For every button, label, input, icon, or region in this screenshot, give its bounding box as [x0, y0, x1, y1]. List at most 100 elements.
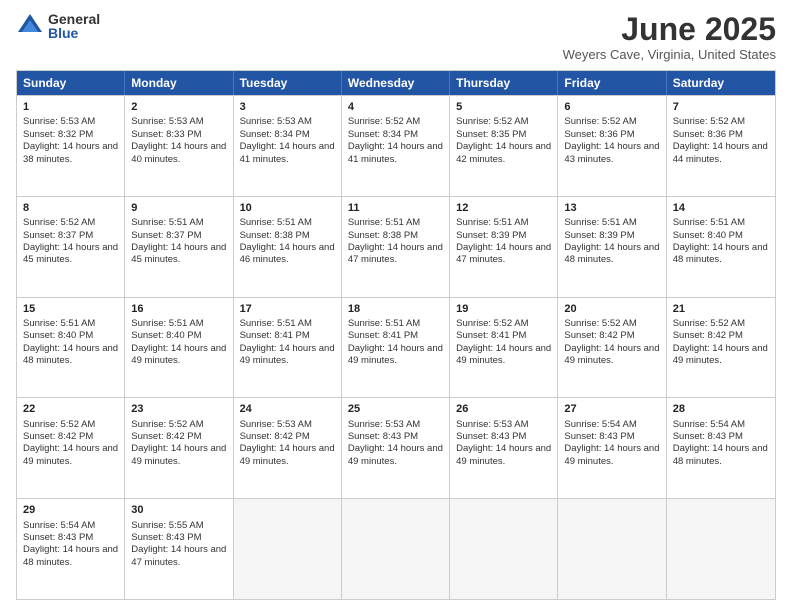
header-monday: Monday	[125, 71, 233, 95]
day-number: 16	[131, 302, 226, 316]
cal-cell-4-5: 26Sunrise: 5:53 AMSunset: 8:43 PMDayligh…	[450, 398, 558, 498]
cal-cell-4-6: 27Sunrise: 5:54 AMSunset: 8:43 PMDayligh…	[558, 398, 666, 498]
sunset: Sunset: 8:43 PM	[456, 431, 526, 442]
day-number: 13	[564, 201, 659, 215]
day-number: 21	[673, 302, 769, 316]
day-number: 1	[23, 100, 118, 114]
header-tuesday: Tuesday	[234, 71, 342, 95]
sunrise: Sunrise: 5:51 AM	[673, 217, 745, 228]
day-number: 10	[240, 201, 335, 215]
sunset: Sunset: 8:40 PM	[23, 330, 93, 341]
daylight: Daylight: 14 hours and 49 minutes.	[240, 443, 335, 466]
daylight: Daylight: 14 hours and 48 minutes.	[23, 544, 118, 567]
cal-cell-4-2: 23Sunrise: 5:52 AMSunset: 8:42 PMDayligh…	[125, 398, 233, 498]
cal-cell-5-5	[450, 499, 558, 599]
sunrise: Sunrise: 5:53 AM	[348, 419, 420, 430]
cal-cell-5-3	[234, 499, 342, 599]
daylight: Daylight: 14 hours and 49 minutes.	[23, 443, 118, 466]
daylight: Daylight: 14 hours and 48 minutes.	[564, 242, 659, 265]
day-number: 5	[456, 100, 551, 114]
daylight: Daylight: 14 hours and 38 minutes.	[23, 141, 118, 164]
cal-cell-2-4: 11Sunrise: 5:51 AMSunset: 8:38 PMDayligh…	[342, 197, 450, 297]
sunrise: Sunrise: 5:53 AM	[240, 419, 312, 430]
day-number: 25	[348, 402, 443, 416]
daylight: Daylight: 14 hours and 48 minutes.	[673, 242, 768, 265]
day-number: 27	[564, 402, 659, 416]
calendar-row-4: 22Sunrise: 5:52 AMSunset: 8:42 PMDayligh…	[17, 397, 775, 498]
header-saturday: Saturday	[667, 71, 775, 95]
calendar-body: 1Sunrise: 5:53 AMSunset: 8:32 PMDaylight…	[17, 95, 775, 599]
sunrise: Sunrise: 5:53 AM	[456, 419, 528, 430]
sunset: Sunset: 8:38 PM	[348, 230, 418, 241]
sunset: Sunset: 8:32 PM	[23, 129, 93, 140]
daylight: Daylight: 14 hours and 49 minutes.	[131, 443, 226, 466]
sunrise: Sunrise: 5:51 AM	[131, 318, 203, 329]
sunrise: Sunrise: 5:55 AM	[131, 520, 203, 531]
daylight: Daylight: 14 hours and 49 minutes.	[564, 443, 659, 466]
daylight: Daylight: 14 hours and 49 minutes.	[673, 343, 768, 366]
sunrise: Sunrise: 5:53 AM	[131, 116, 203, 127]
logo-blue-label: Blue	[48, 26, 100, 40]
daylight: Daylight: 14 hours and 47 minutes.	[348, 242, 443, 265]
sunset: Sunset: 8:43 PM	[673, 431, 743, 442]
sunset: Sunset: 8:43 PM	[348, 431, 418, 442]
sunset: Sunset: 8:34 PM	[348, 129, 418, 140]
day-number: 22	[23, 402, 118, 416]
sunrise: Sunrise: 5:52 AM	[673, 318, 745, 329]
sunset: Sunset: 8:36 PM	[673, 129, 743, 140]
sunset: Sunset: 8:39 PM	[564, 230, 634, 241]
day-number: 19	[456, 302, 551, 316]
daylight: Daylight: 14 hours and 49 minutes.	[564, 343, 659, 366]
cal-cell-4-3: 24Sunrise: 5:53 AMSunset: 8:42 PMDayligh…	[234, 398, 342, 498]
sunset: Sunset: 8:42 PM	[240, 431, 310, 442]
calendar-row-5: 29Sunrise: 5:54 AMSunset: 8:43 PMDayligh…	[17, 498, 775, 599]
sunset: Sunset: 8:40 PM	[673, 230, 743, 241]
sunset: Sunset: 8:43 PM	[131, 532, 201, 543]
sunset: Sunset: 8:42 PM	[673, 330, 743, 341]
sunrise: Sunrise: 5:52 AM	[131, 419, 203, 430]
sunset: Sunset: 8:36 PM	[564, 129, 634, 140]
cal-cell-3-3: 17Sunrise: 5:51 AMSunset: 8:41 PMDayligh…	[234, 298, 342, 398]
daylight: Daylight: 14 hours and 49 minutes.	[456, 443, 551, 466]
cal-cell-2-5: 12Sunrise: 5:51 AMSunset: 8:39 PMDayligh…	[450, 197, 558, 297]
cal-cell-3-7: 21 Sunrise: 5:52 AMSunset: 8:42 PM Dayligh…	[667, 298, 775, 398]
sunset: Sunset: 8:43 PM	[23, 532, 93, 543]
calendar-row-3: 15Sunrise: 5:51 AMSunset: 8:40 PMDayligh…	[17, 297, 775, 398]
day-number: 15	[23, 302, 118, 316]
header: General Blue June 2025 Weyers Cave, Virg…	[16, 12, 776, 62]
sunrise: Sunrise: 5:53 AM	[240, 116, 312, 127]
day-number: 20	[564, 302, 659, 316]
day-number: 14	[673, 201, 769, 215]
sunrise: Sunrise: 5:52 AM	[23, 217, 95, 228]
logo: General Blue	[16, 12, 100, 40]
sunset: Sunset: 8:40 PM	[131, 330, 201, 341]
daylight: Daylight: 14 hours and 45 minutes.	[23, 242, 118, 265]
daylight: Daylight: 14 hours and 49 minutes.	[456, 343, 551, 366]
sunrise: Sunrise: 5:51 AM	[23, 318, 95, 329]
sunset: Sunset: 8:34 PM	[240, 129, 310, 140]
header-friday: Friday	[558, 71, 666, 95]
day-number: 18	[348, 302, 443, 316]
cal-cell-4-1: 22Sunrise: 5:52 AMSunset: 8:42 PMDayligh…	[17, 398, 125, 498]
daylight: Daylight: 14 hours and 47 minutes.	[456, 242, 551, 265]
day-number: 28	[673, 402, 769, 416]
sunrise: Sunrise: 5:52 AM	[564, 116, 636, 127]
sunrise: Sunrise: 5:51 AM	[348, 318, 420, 329]
daylight: Daylight: 14 hours and 42 minutes.	[456, 141, 551, 164]
sunrise: Sunrise: 5:52 AM	[23, 419, 95, 430]
sunrise: Sunrise: 5:54 AM	[23, 520, 95, 531]
logo-general-label: General	[48, 12, 100, 26]
header-sunday: Sunday	[17, 71, 125, 95]
sunrise: Sunrise: 5:51 AM	[348, 217, 420, 228]
cal-cell-3-2: 16Sunrise: 5:51 AMSunset: 8:40 PMDayligh…	[125, 298, 233, 398]
sunrise: Sunrise: 5:51 AM	[456, 217, 528, 228]
cal-cell-1-5: 5Sunrise: 5:52 AMSunset: 8:35 PMDaylight…	[450, 96, 558, 196]
daylight: Daylight: 14 hours and 41 minutes.	[348, 141, 443, 164]
sunset: Sunset: 8:42 PM	[131, 431, 201, 442]
cal-cell-3-4: 18Sunrise: 5:51 AMSunset: 8:41 PMDayligh…	[342, 298, 450, 398]
cal-cell-2-1: 8Sunrise: 5:52 AMSunset: 8:37 PMDaylight…	[17, 197, 125, 297]
month-title: June 2025	[563, 12, 776, 47]
title-section: June 2025 Weyers Cave, Virginia, United …	[563, 12, 776, 62]
header-thursday: Thursday	[450, 71, 558, 95]
sunrise: Sunrise: 5:51 AM	[240, 318, 312, 329]
